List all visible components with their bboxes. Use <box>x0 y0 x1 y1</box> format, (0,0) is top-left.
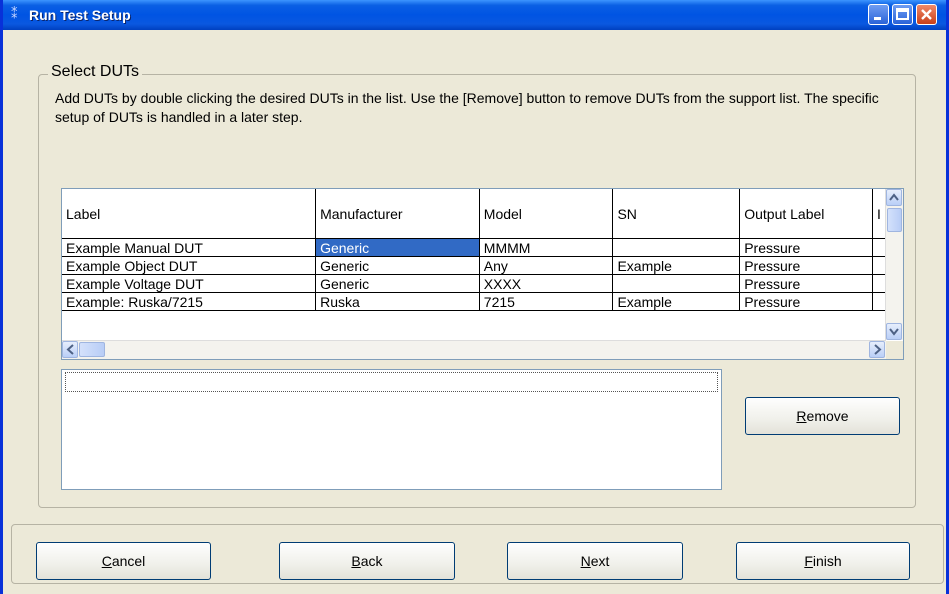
next-button[interactable]: Next <box>507 542 683 580</box>
minimize-icon <box>874 17 881 20</box>
scroll-down-button[interactable] <box>886 323 902 340</box>
scrollbar-corner <box>886 341 903 359</box>
back-button[interactable]: Back <box>279 542 455 580</box>
finish-button[interactable]: Finish <box>736 542 910 580</box>
list-focus-rect <box>65 372 718 392</box>
scroll-left-button[interactable] <box>62 341 78 358</box>
cell-sn[interactable] <box>612 238 741 257</box>
back-label: ack <box>360 553 383 569</box>
cell-manufacturer[interactable]: Generic <box>315 256 480 275</box>
finish-accelerator: F <box>804 553 813 569</box>
cell-manufacturer[interactable]: Generic <box>315 274 480 293</box>
horizontal-scrollbar[interactable] <box>62 340 886 359</box>
selected-duts-list[interactable] <box>61 369 722 490</box>
grid-header-row: Label Manufacturer Model SN Output Label… <box>62 189 903 239</box>
column-header-output-label[interactable]: Output Label <box>739 189 874 239</box>
cell-label[interactable]: Example: Ruska/7215 <box>62 292 317 311</box>
window-title: Run Test Setup <box>29 7 131 23</box>
scroll-right-button[interactable] <box>869 341 885 358</box>
close-icon <box>921 9 932 20</box>
cancel-button[interactable]: Cancel <box>36 542 211 580</box>
column-header-model[interactable]: Model <box>479 189 614 239</box>
cell-output-label[interactable]: Pressure <box>739 274 874 293</box>
dut-table: Label Manufacturer Model SN Output Label… <box>62 189 903 311</box>
horizontal-scroll-thumb[interactable] <box>79 342 105 357</box>
cell-manufacturer[interactable]: Ruska <box>315 292 480 311</box>
column-header-manufacturer[interactable]: Manufacturer <box>315 189 480 239</box>
cell-output-label[interactable]: Pressure <box>739 238 874 257</box>
cell-manufacturer-selected[interactable]: Generic <box>315 238 480 257</box>
cell-output-label[interactable]: Pressure <box>739 292 874 311</box>
chevron-left-icon <box>66 344 74 355</box>
table-row[interactable]: Example Object DUT Generic Any Example P… <box>62 256 903 275</box>
column-header-sn[interactable]: SN <box>612 189 741 239</box>
cell-label[interactable]: Example Manual DUT <box>62 238 317 257</box>
next-label: ext <box>590 553 610 569</box>
close-button[interactable] <box>916 4 937 25</box>
cell-sn[interactable] <box>612 274 741 293</box>
vertical-scroll-thumb[interactable] <box>887 208 902 232</box>
run-test-setup-window: ⁑ Run Test Setup Select DUTs Add DUTs by… <box>0 0 949 594</box>
table-row[interactable]: Example: Ruska/7215 Ruska 7215 Example P… <box>62 292 903 311</box>
remove-button[interactable]: Remove <box>745 397 900 435</box>
cell-model[interactable]: 7215 <box>479 292 614 311</box>
table-row[interactable]: Example Voltage DUT Generic XXXX Pressur… <box>62 274 903 293</box>
dut-grid[interactable]: Label Manufacturer Model SN Output Label… <box>61 188 904 360</box>
cell-model[interactable]: XXXX <box>479 274 614 293</box>
cell-model[interactable]: Any <box>479 256 614 275</box>
chevron-up-icon <box>889 193 899 201</box>
next-accelerator: N <box>580 553 591 569</box>
group-title: Select DUTs <box>48 63 143 81</box>
cell-output-label[interactable]: Pressure <box>739 256 874 275</box>
cell-sn[interactable]: Example <box>612 292 741 311</box>
remove-label: emove <box>806 408 849 424</box>
chevron-down-icon <box>889 328 899 336</box>
scroll-up-button[interactable] <box>886 189 902 206</box>
back-accelerator: B <box>351 553 361 569</box>
cell-sn[interactable]: Example <box>612 256 741 275</box>
remove-accelerator: R <box>796 408 807 424</box>
maximize-button[interactable] <box>892 4 913 25</box>
cell-model[interactable]: MMMM <box>479 238 614 257</box>
table-row[interactable]: Example Manual DUT Generic MMMM Pressure <box>62 238 903 257</box>
column-header-label[interactable]: Label <box>62 189 317 239</box>
app-icon: ⁑ <box>11 6 18 21</box>
cancel-label: ancel <box>111 553 146 569</box>
maximize-icon <box>896 8 909 20</box>
instructions-text: Add DUTs by double clicking the desired … <box>55 90 879 125</box>
title-bar[interactable]: ⁑ Run Test Setup <box>3 0 946 30</box>
minimize-button[interactable] <box>868 4 889 25</box>
finish-label: inish <box>812 553 842 569</box>
cell-label[interactable]: Example Object DUT <box>62 256 317 275</box>
chevron-right-icon <box>874 344 882 355</box>
cancel-accelerator: C <box>101 553 112 569</box>
vertical-scrollbar[interactable] <box>885 189 903 340</box>
cell-label[interactable]: Example Voltage DUT <box>62 274 317 293</box>
